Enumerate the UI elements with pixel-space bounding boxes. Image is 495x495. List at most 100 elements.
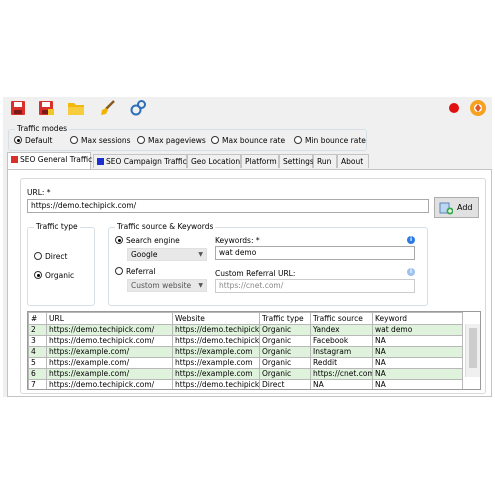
mode-max-sessions-label: Max sessions bbox=[81, 136, 131, 145]
table-row[interactable]: 6 https://example.com/https://example.com… bbox=[28, 368, 463, 380]
tab-geo-location[interactable]: Geo Location bbox=[187, 154, 241, 168]
cell-traffic-source: NA bbox=[310, 379, 373, 389]
mode-min-bounce-radio[interactable]: Min bounce rate bbox=[294, 136, 366, 145]
cell-url: https://example.com/ bbox=[46, 357, 173, 369]
radio-selected-icon bbox=[115, 236, 123, 244]
search-engine-radio[interactable]: Search engine bbox=[115, 236, 180, 245]
column-header[interactable]: URL bbox=[46, 312, 173, 325]
settings-gears-icon[interactable] bbox=[129, 99, 147, 117]
record-icon[interactable] bbox=[449, 103, 459, 113]
tab-seo-campaign-traffic[interactable]: SEO Campaign Traffic bbox=[93, 154, 187, 168]
column-header[interactable]: # bbox=[28, 312, 47, 325]
tab-label: Settings bbox=[283, 157, 314, 166]
toolbar bbox=[3, 97, 492, 119]
cell-website: https://demo.techipick.co bbox=[172, 324, 260, 336]
tab-label: SEO Campaign Traffic bbox=[106, 157, 187, 166]
cell-traffic-type: Organic bbox=[259, 324, 311, 336]
cell-url: https://demo.techipick.com/ bbox=[46, 324, 173, 336]
cell-keyword: wat demo bbox=[372, 324, 463, 336]
cell-index: 6 bbox=[28, 368, 47, 380]
cell-url: https://example.com/ bbox=[46, 346, 173, 358]
cell-traffic-type: Organic bbox=[259, 335, 311, 347]
tab-platform[interactable]: Platform bbox=[241, 154, 279, 168]
clear-brush-icon[interactable] bbox=[99, 99, 117, 117]
table-row[interactable]: 5 https://example.com/https://example.com… bbox=[28, 357, 463, 369]
radio-icon bbox=[34, 252, 42, 260]
chevron-down-icon: ▼ bbox=[198, 282, 203, 289]
tab-label: Run bbox=[317, 157, 332, 166]
organic-label: Organic bbox=[45, 271, 75, 280]
cell-index: 7 bbox=[28, 379, 47, 389]
seo-campaign-icon bbox=[97, 158, 104, 165]
add-icon bbox=[439, 202, 453, 215]
chevron-down-icon: ▼ bbox=[198, 251, 203, 258]
direct-radio[interactable]: Direct bbox=[34, 252, 67, 261]
cell-traffic-source: Yandex bbox=[310, 324, 373, 336]
cell-website: https://demo.techipick.co bbox=[172, 379, 260, 389]
table-row[interactable]: 2 https://demo.techipick.com/https://demo… bbox=[28, 324, 463, 336]
tab-run[interactable]: Run bbox=[313, 154, 337, 168]
table-header-row: # URL Website Traffic type Traffic sourc… bbox=[28, 312, 463, 325]
add-button[interactable]: Add bbox=[434, 197, 479, 218]
column-header[interactable]: Traffic source bbox=[310, 312, 373, 325]
table-scrollbar[interactable] bbox=[465, 324, 480, 377]
tab-label: Platform bbox=[245, 157, 277, 166]
cell-url: https://demo.techipick.com/ bbox=[46, 379, 173, 389]
column-header[interactable]: Website bbox=[172, 312, 260, 325]
app-logo-icon[interactable] bbox=[469, 99, 487, 117]
mode-max-bounce-radio[interactable]: Max bounce rate bbox=[211, 136, 285, 145]
cell-keyword: NA bbox=[372, 357, 463, 369]
cell-website: https://demo.techipick.co bbox=[172, 335, 260, 347]
custom-referral-info-icon[interactable]: i bbox=[407, 268, 415, 276]
traffic-type-title: Traffic type bbox=[34, 222, 80, 231]
custom-referral-input[interactable]: https://cnet.com/ bbox=[215, 279, 415, 293]
table-row[interactable]: 4 https://example.com/https://example.com… bbox=[28, 346, 463, 358]
column-header[interactable]: Keyword bbox=[372, 312, 463, 325]
mode-min-bounce-label: Min bounce rate bbox=[305, 136, 366, 145]
tab-settings[interactable]: Settings bbox=[279, 154, 314, 168]
cell-traffic-source: Facebook bbox=[310, 335, 373, 347]
traffic-modes-group: Traffic modes Default Max sessions Max p… bbox=[8, 124, 367, 151]
tab-label: Geo Location bbox=[191, 157, 241, 166]
column-header[interactable]: Traffic type bbox=[259, 312, 311, 325]
mode-max-sessions-radio[interactable]: Max sessions bbox=[70, 136, 131, 145]
cell-keyword: NA bbox=[372, 368, 463, 380]
tab-about[interactable]: About bbox=[337, 154, 369, 168]
search-engine-select[interactable]: Google ▼ bbox=[127, 248, 207, 261]
mode-default-radio[interactable]: Default bbox=[14, 136, 52, 145]
cell-url: https://example.com/ bbox=[46, 368, 173, 380]
app-window: Traffic modes Default Max sessions Max p… bbox=[3, 97, 492, 397]
cell-traffic-source: Instagram bbox=[310, 346, 373, 358]
cell-website: https://example.com bbox=[172, 346, 260, 358]
save-as-icon[interactable] bbox=[37, 99, 55, 117]
radio-selected-icon bbox=[34, 271, 42, 279]
cell-traffic-source: https://cnet.com/ bbox=[310, 368, 373, 380]
url-input[interactable]: https://demo.techipick.com/ bbox=[27, 199, 429, 213]
keywords-info-icon[interactable]: i bbox=[407, 236, 415, 244]
referral-radio[interactable]: Referral bbox=[115, 267, 155, 276]
tab-seo-general-traffic[interactable]: SEO General Traffic bbox=[7, 152, 92, 169]
tab-label: About bbox=[341, 157, 364, 166]
cell-keyword: NA bbox=[372, 346, 463, 358]
mode-max-pageviews-radio[interactable]: Max pageviews bbox=[137, 136, 206, 145]
organic-radio[interactable]: Organic bbox=[34, 271, 74, 280]
radio-icon bbox=[70, 136, 78, 144]
traffic-modes-title: Traffic modes bbox=[15, 124, 70, 133]
seo-general-panel: URL: * https://demo.techipick.com/ Add T… bbox=[7, 169, 492, 397]
referral-value: Custom website bbox=[131, 281, 192, 290]
keywords-input[interactable]: wat demo bbox=[215, 246, 415, 260]
cell-website: https://example.com bbox=[172, 368, 260, 380]
search-engine-label: Search engine bbox=[126, 236, 180, 245]
cell-index: 2 bbox=[28, 324, 47, 336]
cell-traffic-type: Organic bbox=[259, 346, 311, 358]
cell-website: https://example.com bbox=[172, 357, 260, 369]
radio-icon bbox=[211, 136, 219, 144]
traffic-table-container[interactable]: # URL Website Traffic type Traffic sourc… bbox=[27, 311, 481, 390]
save-icon[interactable] bbox=[9, 99, 27, 117]
table-row[interactable]: 3 https://demo.techipick.com/https://demo… bbox=[28, 335, 463, 347]
table-row[interactable]: 7 https://demo.techipick.com/https://demo… bbox=[28, 379, 463, 389]
referral-select[interactable]: Custom website ▼ bbox=[127, 279, 207, 292]
scrollbar-thumb[interactable] bbox=[469, 328, 477, 368]
open-folder-icon[interactable] bbox=[67, 99, 85, 117]
direct-label: Direct bbox=[45, 252, 68, 261]
